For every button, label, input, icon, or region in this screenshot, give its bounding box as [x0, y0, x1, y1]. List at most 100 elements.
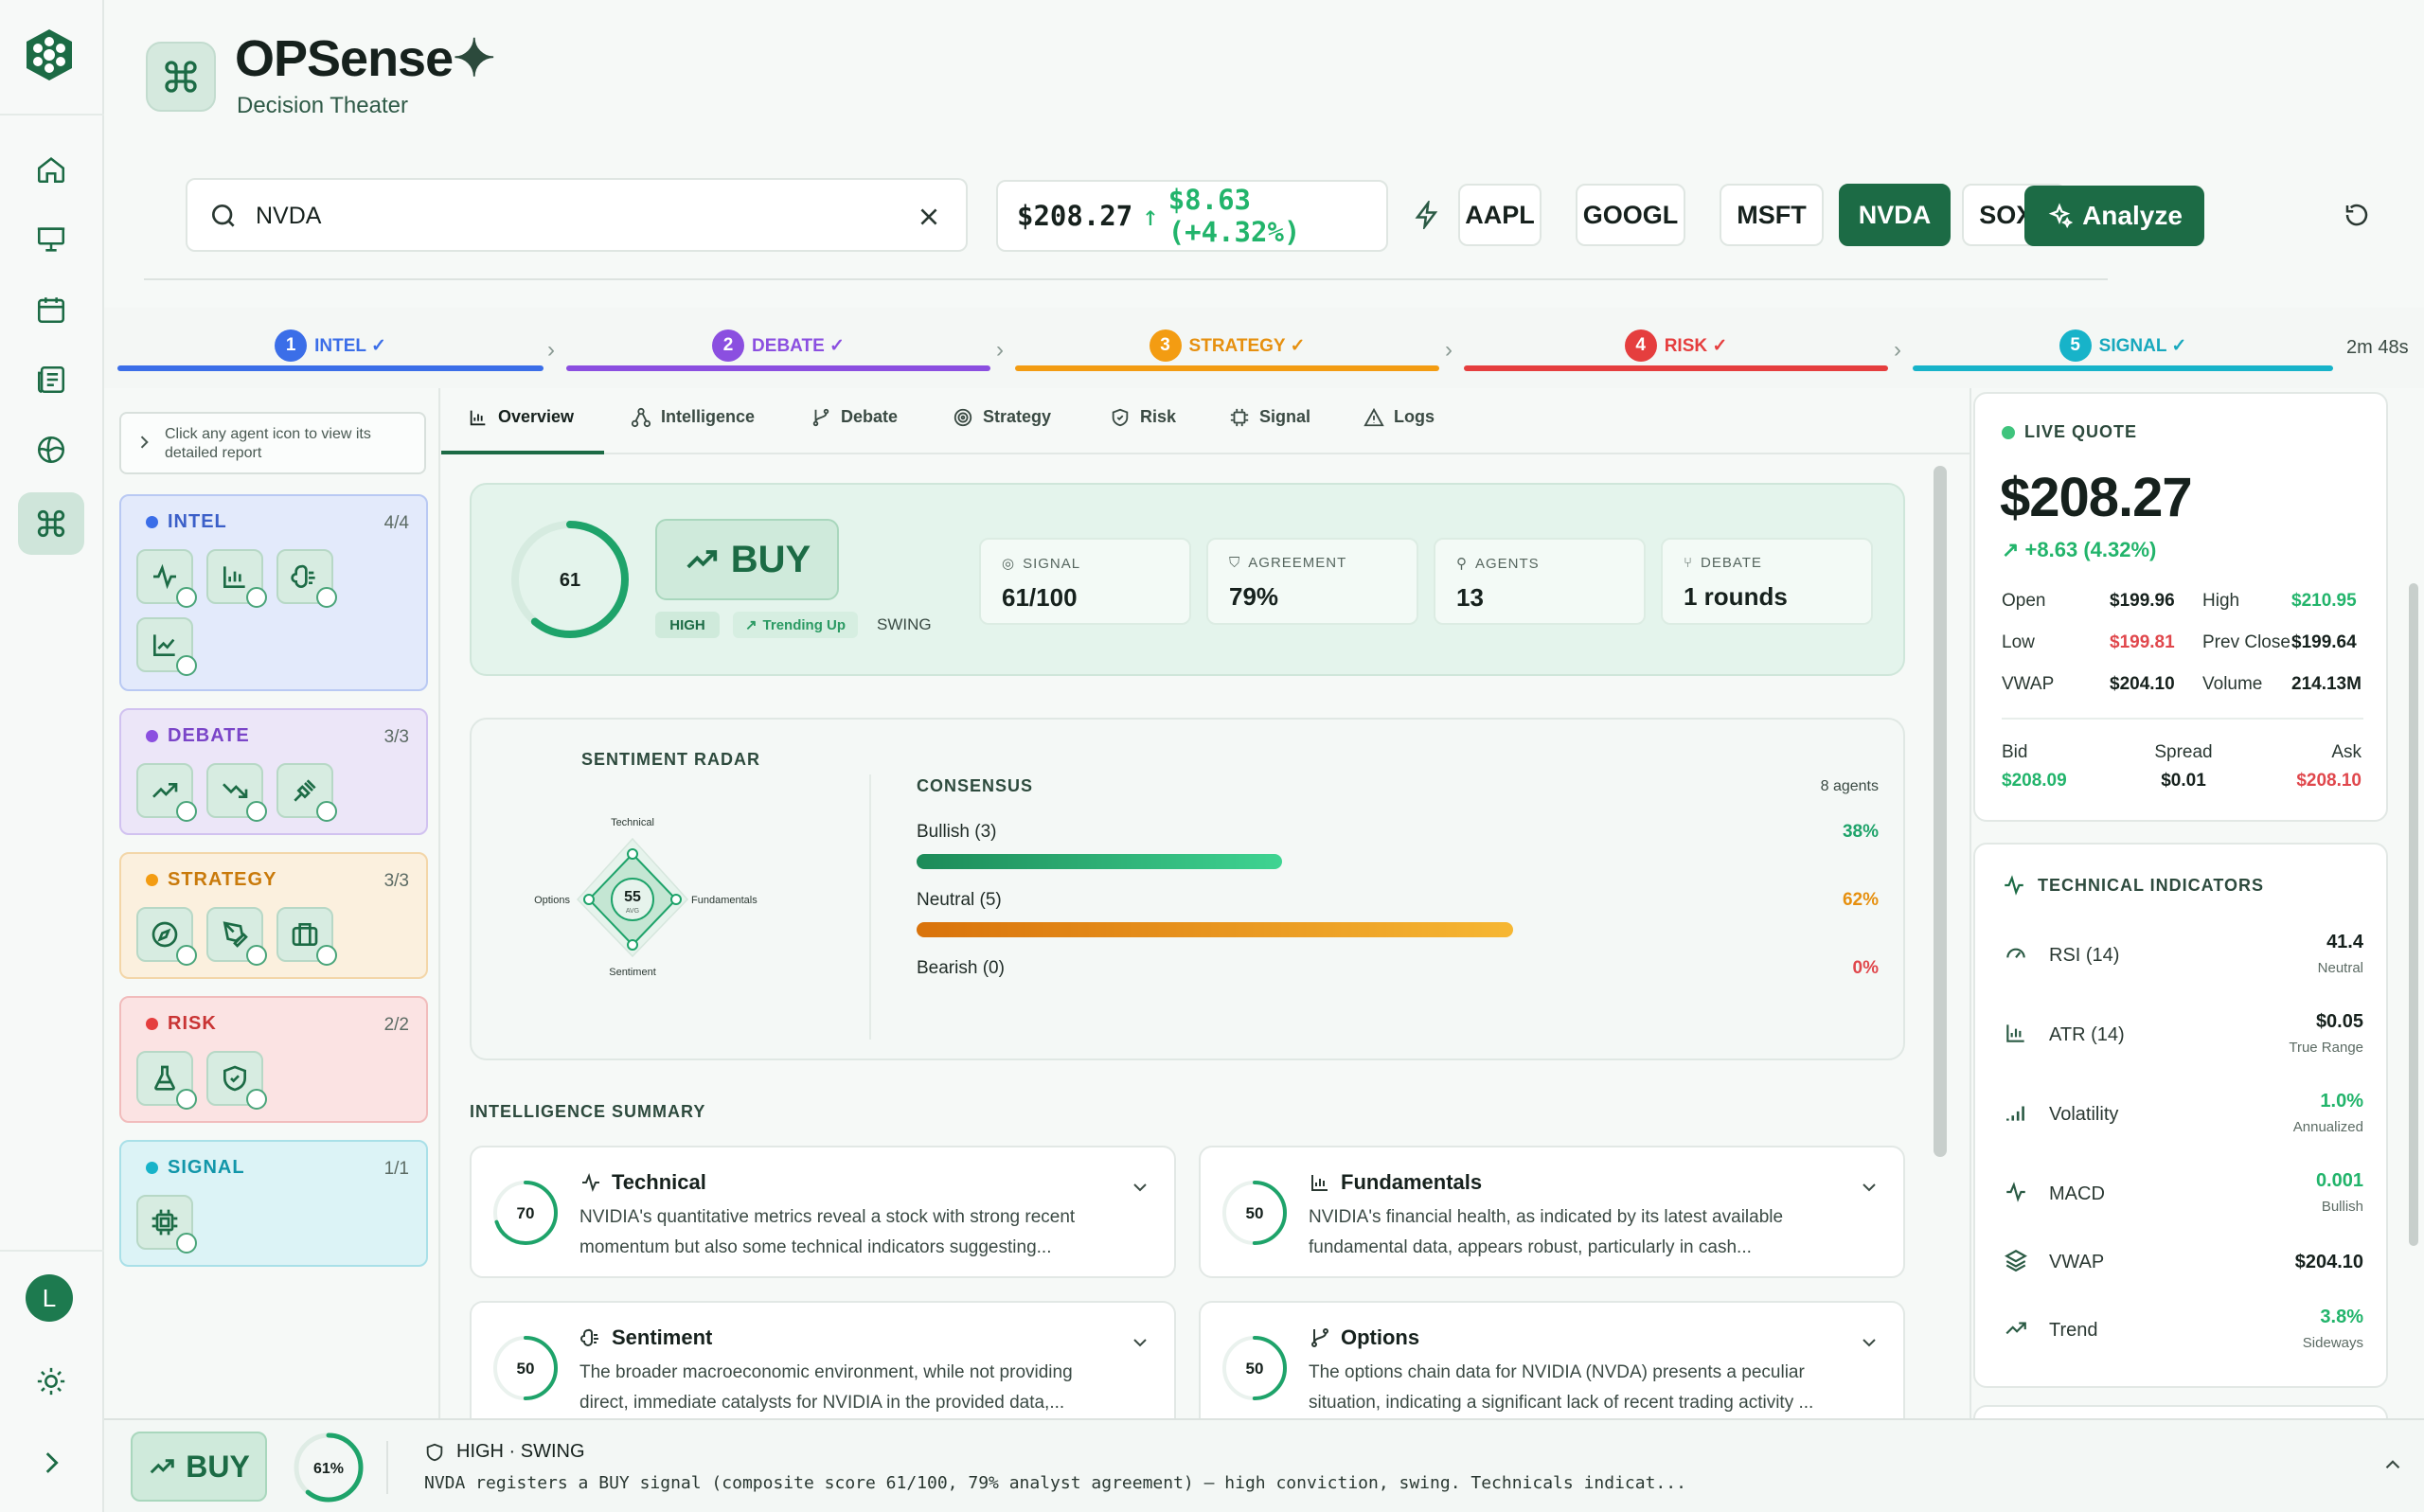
score-ring: 61 — [511, 521, 629, 638]
analyze-button[interactable]: Analyze — [2024, 186, 2204, 246]
consensus-bullish-track — [917, 854, 1879, 869]
step-strategy[interactable]: 3 STRATEGY ✓ — [1015, 322, 1439, 369]
rail-divider — [0, 114, 104, 116]
intel-card-options[interactable]: 50 Options The options chain data for NV… — [1199, 1301, 1905, 1418]
sparkles-icon — [2048, 203, 2074, 229]
step-risk[interactable]: 4 RISK ✓ — [1464, 322, 1888, 369]
quote-price: $208.27 — [2000, 467, 2193, 528]
intel-card-sentiment[interactable]: 50 Sentiment The broader macroeconomic e… — [470, 1301, 1176, 1418]
group-count: 1/1 — [383, 1159, 409, 1179]
quote-change-value: +8.63 (4.32%) — [2024, 538, 2157, 561]
chevron-down-icon[interactable] — [1858, 1331, 1880, 1354]
indicator-value: 3.8% — [2320, 1307, 2363, 1327]
chevron-right-icon — [140, 436, 149, 449]
footer-summary: NVDA registers a BUY signal (composite s… — [424, 1473, 1686, 1493]
tab-strategy[interactable]: Strategy — [953, 407, 1051, 454]
score-value: 50 — [517, 1360, 535, 1378]
expand-chevron-icon[interactable] — [18, 1432, 84, 1494]
newspaper-icon[interactable] — [18, 348, 84, 411]
step-progress-bar — [1015, 365, 1439, 371]
chevron-down-icon[interactable] — [1129, 1331, 1151, 1354]
tab-signal[interactable]: Signal — [1229, 407, 1310, 454]
indicator-name: MACD — [2049, 1183, 2105, 1204]
agent-flask-icon[interactable] — [136, 1051, 197, 1110]
agent-judge-icon[interactable] — [276, 763, 337, 822]
open-label: Open — [2002, 591, 2046, 611]
refresh-icon[interactable] — [2343, 201, 2371, 229]
home-icon[interactable] — [18, 138, 84, 201]
group-title: DEBATE — [168, 725, 250, 746]
ticker-nvda[interactable]: NVDA — [1839, 184, 1951, 246]
step-number: 5 — [2059, 329, 2092, 362]
ticker-aapl[interactable]: AAPL — [1458, 184, 1542, 246]
agent-cpu-icon[interactable] — [136, 1195, 197, 1254]
globe-icon[interactable] — [18, 418, 84, 481]
tab-risk[interactable]: Risk — [1110, 407, 1176, 454]
quote-change: ↗ +8.63 (4.32%) — [2002, 538, 2156, 562]
confidence-value: 61% — [313, 1461, 344, 1477]
tab-overview[interactable]: Overview — [441, 407, 604, 454]
clear-icon[interactable] — [917, 205, 941, 229]
indicator-sub: Sideways — [2302, 1335, 2363, 1351]
indicator-volatility: Volatility 1.0% Annualized — [2004, 1087, 2363, 1144]
metric-signal: ◎ SIGNAL 61/100 — [979, 538, 1191, 625]
indicator-rsi: RSI (14) 41.4 Neutral — [2004, 928, 2363, 985]
tab-logs[interactable]: Logs — [1364, 407, 1435, 454]
chevron-down-icon[interactable] — [1858, 1176, 1880, 1199]
calendar-icon[interactable] — [18, 278, 84, 341]
ticker-msft[interactable]: MSFT — [1720, 184, 1824, 246]
trend-badge: ↗ Trending Up — [733, 612, 858, 638]
trending-up-icon — [2005, 1322, 2026, 1335]
agent-bear-icon[interactable] — [206, 763, 267, 822]
agent-bull-icon[interactable] — [136, 763, 197, 822]
high-value: $210.95 — [2291, 591, 2357, 611]
agent-technical-icon[interactable] — [136, 549, 197, 608]
confidence-ring: 61% — [294, 1432, 364, 1503]
chevron-right-icon: › — [1894, 337, 1901, 363]
metric-agents: ⚲ AGENTS 13 — [1434, 538, 1646, 625]
sentiment-radar: 55 AVG Technical Fundamentals Sentiment … — [534, 817, 758, 978]
bar-chart-icon — [2006, 1024, 2024, 1042]
command-icon[interactable] — [18, 492, 84, 555]
intel-card-technical[interactable]: 70 Technical NVIDIA's quantitative metri… — [470, 1146, 1176, 1278]
tab-debate[interactable]: Debate — [811, 407, 898, 454]
agent-sentiment-icon[interactable] — [276, 549, 337, 608]
agent-shield-icon[interactable] — [206, 1051, 267, 1110]
intel-card-fundamentals[interactable]: 50 Fundamentals NVIDIA's financial healt… — [1199, 1146, 1905, 1278]
vwap-value: $204.10 — [2110, 674, 2175, 694]
chevron-down-icon[interactable] — [1129, 1176, 1151, 1199]
technical-title: TECHNICAL INDICATORS — [2038, 875, 2265, 895]
bid-value: $208.09 — [2002, 771, 2067, 791]
step-label: RISK ✓ — [1664, 335, 1728, 356]
presentation-icon[interactable] — [18, 208, 84, 271]
search-input[interactable]: NVDA — [186, 178, 968, 252]
sun-icon[interactable] — [18, 1350, 84, 1413]
main-scrollbar[interactable] — [1934, 456, 1947, 1418]
sparkle-icon: ✦ — [453, 30, 495, 87]
right-scrollbar-thumb[interactable] — [2409, 583, 2418, 1246]
footer-action-badge[interactable]: BUY — [131, 1432, 267, 1502]
tab-label: Debate — [841, 407, 899, 426]
ticker-googl[interactable]: GOOGL — [1576, 184, 1685, 246]
agent-hint[interactable]: Click any agent icon to view its detaile… — [119, 412, 426, 474]
agent-fundamentals-icon[interactable] — [206, 549, 267, 608]
avatar[interactable]: L — [26, 1274, 73, 1322]
activity-icon — [2005, 875, 2023, 896]
app-logo-icon[interactable] — [21, 27, 78, 83]
step-debate[interactable]: 2 DEBATE ✓ — [566, 322, 990, 369]
footer-tag-text: HIGH · SWING — [456, 1441, 585, 1462]
tab-label: Strategy — [983, 407, 1052, 426]
agent-options-icon[interactable] — [136, 617, 197, 676]
action-label: BUY — [730, 538, 811, 580]
bid-label: Bid — [2002, 742, 2028, 762]
step-signal[interactable]: 5 SIGNAL ✓ — [1913, 322, 2333, 369]
agent-compass-icon[interactable] — [136, 907, 197, 966]
chevron-up-icon[interactable] — [2380, 1452, 2405, 1477]
scrollbar-thumb[interactable] — [1934, 466, 1947, 1157]
agent-pen-tool-icon[interactable] — [206, 907, 267, 966]
tab-intelligence[interactable]: Intelligence — [631, 407, 755, 454]
step-intel[interactable]: 1 INTEL ✓ — [117, 322, 544, 369]
intelligence-title: INTELLIGENCE SUMMARY — [470, 1102, 706, 1121]
nav-rail: L — [0, 0, 104, 1512]
agent-briefcase-icon[interactable] — [276, 907, 337, 966]
